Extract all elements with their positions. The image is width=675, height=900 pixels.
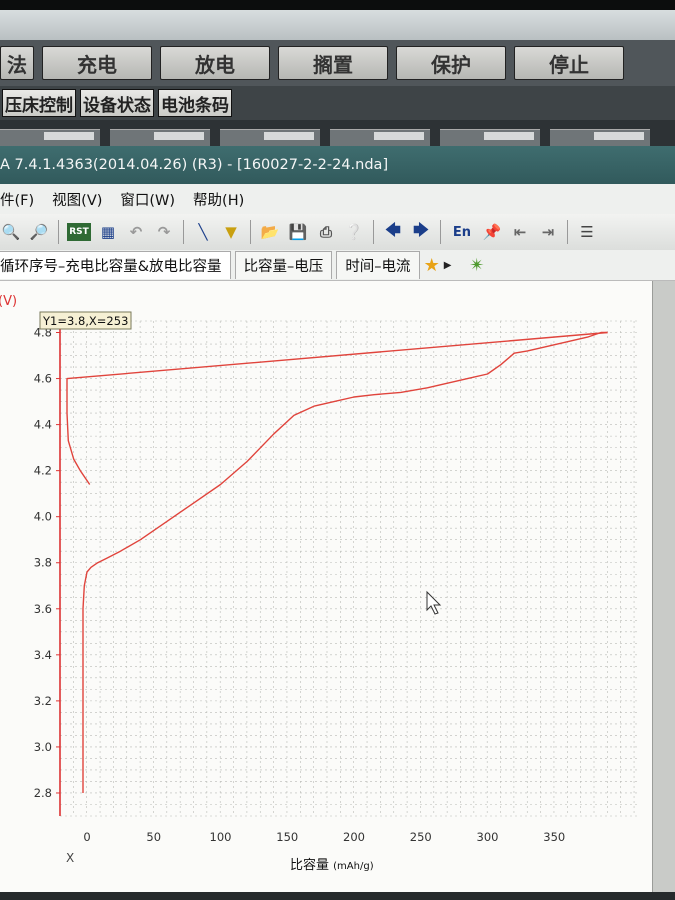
- x-tick-label: 200: [343, 830, 365, 844]
- x-axis-label: 比容量 (mAh/g): [290, 857, 374, 873]
- window-titlebar: A 7.4.1.4363(2014.04.26) (R3) - [160027-…: [0, 146, 675, 184]
- right-scrollbar[interactable]: [652, 281, 675, 892]
- y-tick-label: 4.0: [34, 510, 52, 524]
- copy-icon[interactable]: ▦: [97, 221, 119, 243]
- chart-grid: [59, 320, 640, 817]
- toolbar-separator: [183, 220, 184, 244]
- x-tick-label: 350: [543, 830, 565, 844]
- y-tick-label: 3.8: [34, 556, 52, 570]
- channel-strip: [0, 120, 675, 146]
- subtab-device-status[interactable]: 设备状态: [80, 89, 154, 117]
- x-tick-label: 150: [276, 830, 298, 844]
- toolbar: 🔍 🔎 RST ▦ ↶ ↷ ╲ ▼ 📂 💾 ⎙ ❔ 🡄 🡆 En 📌 ⇤ ⇥ ☰: [0, 214, 675, 251]
- tab-scroll-arrow-icon[interactable]: ▶: [444, 260, 452, 271]
- channel-slot[interactable]: [110, 129, 210, 146]
- en-icon[interactable]: En: [449, 221, 475, 243]
- x-tick-label: 300: [477, 830, 499, 844]
- mouse-cursor-icon: [426, 590, 442, 615]
- x-axis-unit: (mAh/g): [333, 861, 374, 872]
- monitor-bezel-bottom: [0, 892, 675, 900]
- channel-slot[interactable]: [330, 129, 430, 146]
- tab-cycle-capacity[interactable]: 循环序号–充电比容量&放电比容量: [0, 251, 231, 279]
- favorite-star-icon[interactable]: ★: [424, 255, 440, 276]
- x-tick-label: 50: [146, 830, 161, 844]
- channel-slot[interactable]: [440, 129, 540, 146]
- rst-icon[interactable]: RST: [67, 223, 91, 241]
- channel-slot[interactable]: [0, 129, 100, 146]
- toolbar-separator: [373, 220, 374, 244]
- align-right-icon[interactable]: ⇥: [537, 221, 559, 243]
- x-axis-title: 比容量: [290, 857, 329, 873]
- partial-button[interactable]: 法: [0, 46, 34, 80]
- list-icon[interactable]: ☰: [576, 221, 598, 243]
- corner-x-label: X: [66, 851, 74, 865]
- toolbar-separator: [440, 220, 441, 244]
- forward-icon[interactable]: 🡆: [410, 221, 432, 243]
- menu-window[interactable]: 窗口(W): [120, 189, 175, 210]
- stop-button[interactable]: 停止: [514, 46, 624, 80]
- back-icon[interactable]: 🡄: [382, 221, 404, 243]
- rest-button[interactable]: 搁置: [278, 46, 388, 80]
- line-icon[interactable]: ╲: [192, 221, 214, 243]
- menu-view[interactable]: 视图(V): [52, 189, 102, 210]
- chart-panel[interactable]: 2.8 3.0 3.2 3.4 3.6 3.8 4.0 4.2 4.4 4.6 4.8 0 50 100 1…: [0, 281, 652, 892]
- y-tick-label: 3.0: [34, 740, 52, 754]
- toolbar-separator: [567, 220, 568, 244]
- y-tick-label: 3.6: [34, 602, 52, 616]
- y-tick-label: 4.2: [34, 464, 52, 478]
- y-tick-label: 2.8: [34, 786, 52, 800]
- menu-file[interactable]: 件(F): [0, 189, 34, 210]
- channel-slot[interactable]: [220, 129, 320, 146]
- readout-text: Y1=3.8,X=253: [42, 314, 128, 328]
- protect-button[interactable]: 保护: [396, 46, 506, 80]
- x-tick-label: 100: [210, 830, 232, 844]
- charge-button[interactable]: 充电: [42, 46, 152, 80]
- x-tick-label: 250: [410, 830, 432, 844]
- cursor-readout: Y1=3.8,X=253: [39, 311, 132, 330]
- x-tick-label: 0: [83, 830, 90, 844]
- open-icon[interactable]: 📂: [259, 221, 281, 243]
- align-left-icon[interactable]: ⇤: [509, 221, 531, 243]
- y-tick-label: 4.6: [34, 372, 52, 386]
- chart-svg: 2.83.03.23.43.63.84.04.24.44.64.80 50 100 1…: [0, 294, 640, 873]
- chart-tabs: 循环序号–充电比容量&放电比容量 比容量–电压 时间–电流 ★ ▶ ✴: [0, 250, 675, 281]
- zoom-out-icon[interactable]: 🔎: [28, 221, 50, 243]
- undo-icon[interactable]: ↶: [125, 221, 147, 243]
- function-bar: [0, 10, 675, 40]
- add-tab-star-icon[interactable]: ✴: [469, 255, 484, 276]
- device-subtabs: 压床控制 设备状态 电池条码: [0, 86, 675, 120]
- monitor-bezel-top: [0, 0, 675, 10]
- discharge-button[interactable]: 放电: [160, 46, 270, 80]
- menu-help[interactable]: 帮助(H): [193, 189, 244, 210]
- zoom-in-icon[interactable]: 🔍: [0, 221, 22, 243]
- window-title: A 7.4.1.4363(2014.04.26) (R3) - [160027-…: [0, 157, 389, 173]
- print-icon[interactable]: ⎙: [315, 221, 337, 243]
- toolbar-separator: [250, 220, 251, 244]
- save-icon[interactable]: 💾: [287, 221, 309, 243]
- operation-bar: 法 充电 放电 搁置 保护 停止: [0, 40, 675, 86]
- pin-icon[interactable]: 📌: [481, 221, 503, 243]
- subtab-press-control[interactable]: 压床控制: [2, 89, 76, 117]
- subtab-battery-barcode[interactable]: 电池条码: [158, 89, 232, 117]
- redo-icon[interactable]: ↷: [153, 221, 175, 243]
- menu-bar: 件(F) 视图(V) 窗口(W) 帮助(H): [0, 184, 675, 214]
- toolbar-separator: [58, 220, 59, 244]
- filter-icon[interactable]: ▼: [220, 221, 242, 243]
- tab-capacity-voltage[interactable]: 比容量–电压: [234, 251, 333, 279]
- y-tick-label: 4.4: [34, 418, 52, 432]
- y-tick-label: 3.4: [34, 648, 52, 662]
- tab-time-current[interactable]: 时间–电流: [336, 251, 420, 279]
- y-axis-label: (V): [0, 294, 17, 309]
- help-icon[interactable]: ❔: [343, 221, 365, 243]
- y-tick-label: 3.2: [34, 694, 52, 708]
- channel-slot[interactable]: [550, 129, 650, 146]
